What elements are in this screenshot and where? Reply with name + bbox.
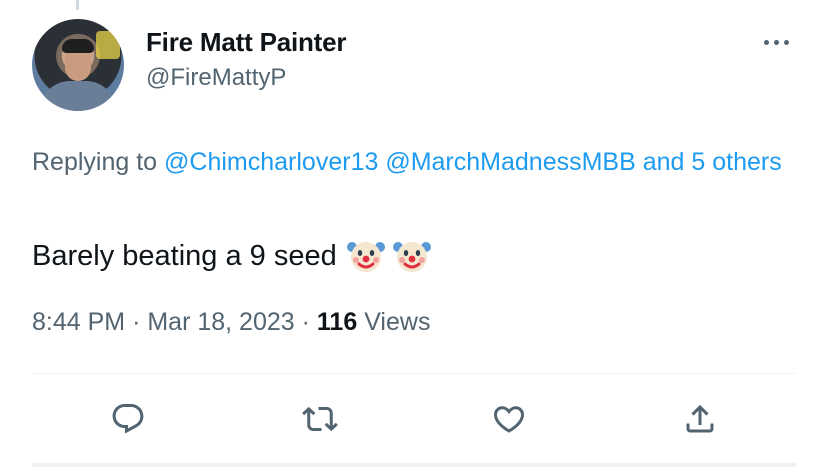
retweet-button[interactable] [300,399,340,439]
thread-connector-line [76,0,79,10]
avatar[interactable] [32,19,124,111]
tweet-meta: 8:44 PM · Mar 18, 2023 · 116 Views [32,308,430,337]
views-count[interactable]: 116 [317,308,357,336]
tweet-text: Barely beating a 9 seed [32,239,337,272]
mention-link[interactable]: @MarchMadnessMBB [385,148,635,176]
share-icon [686,404,714,433]
share-button[interactable] [680,399,720,439]
author-name[interactable]: Fire Matt Painter [146,27,347,58]
retweet-icon [302,406,338,432]
like-icon [493,406,525,433]
more-options-icon[interactable] [764,36,796,48]
tweet-time[interactable]: 8:44 PM [32,308,125,336]
meta-separator: · [301,308,310,336]
views-label: Views [364,308,431,336]
replying-to: Replying to @Chimcharlover13 @MarchMadne… [32,143,802,181]
clown-face-icon [392,242,431,272]
replying-prefix: Replying to [32,148,158,176]
tweet-text-row: Barely beating a 9 seed [32,237,431,275]
author-handle[interactable]: @FireMattyP [146,64,286,92]
meta-separator: · [132,308,141,336]
clown-face-icon [346,242,385,272]
mention-link[interactable]: @Chimcharlover13 [164,148,378,176]
tweet-date[interactable]: Mar 18, 2023 [147,308,294,336]
reply-button[interactable] [108,399,148,439]
others-link[interactable]: and 5 others [643,148,782,176]
divider [32,373,796,374]
reply-icon [112,404,144,434]
like-button[interactable] [489,399,529,439]
bottom-border [32,463,796,467]
